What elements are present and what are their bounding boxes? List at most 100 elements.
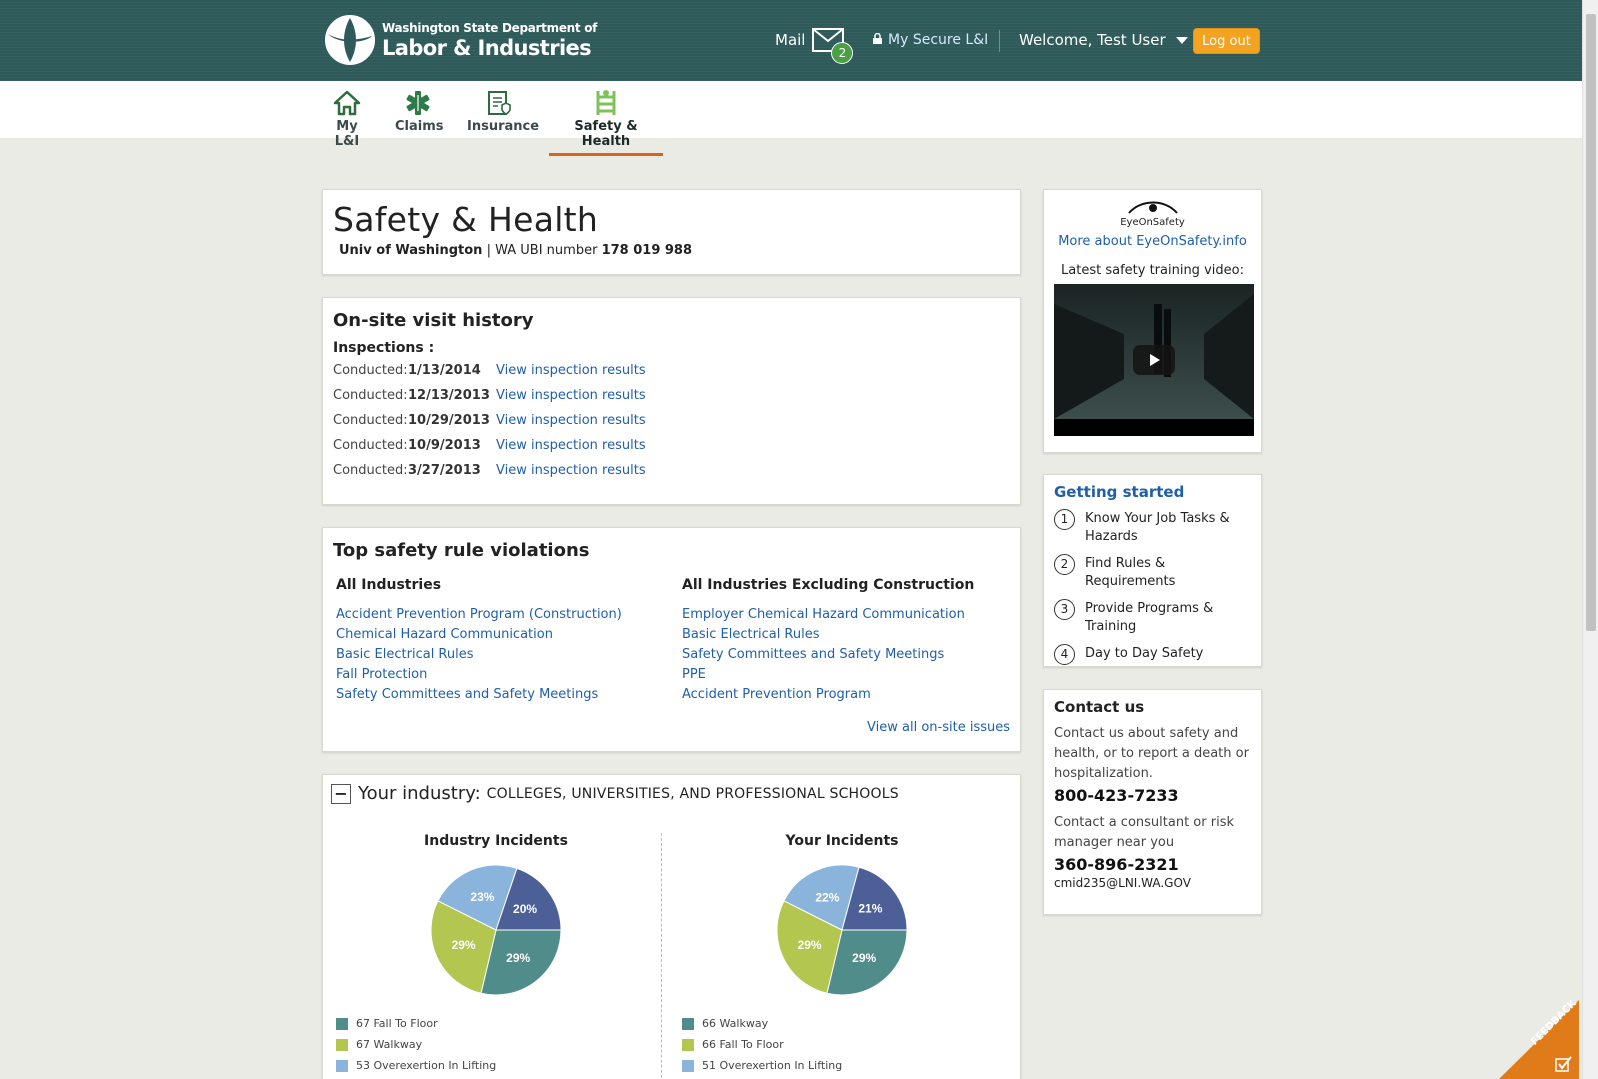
inspection-row: Conducted: 12/13/2013 View inspection resu…: [333, 388, 646, 403]
legend-swatch: [336, 1059, 348, 1072]
pie-slice-label: 22%: [815, 890, 839, 904]
tab-my-lni[interactable]: My L&I: [324, 89, 370, 149]
consultant-email[interactable]: cmid235@LNI.WA.GOV: [1054, 876, 1251, 890]
inspection-date: 1/13/2014: [408, 363, 481, 378]
violations-col-all: All Industries Accident Prevention Progr…: [336, 577, 666, 705]
employer-name: Univ of Washington: [339, 243, 483, 258]
mail-label: Mail: [775, 31, 806, 49]
legend-label: 67 Fall To Floor: [356, 1017, 438, 1030]
title-card: Safety & Health Univ of Washington | WA …: [322, 189, 1021, 275]
getting-started-title: Getting started: [1054, 483, 1185, 501]
video-label: Latest safety training video:: [1061, 263, 1244, 278]
violation-link[interactable]: Employer Chemical Hazard Communication: [682, 605, 1012, 625]
tab-claims[interactable]: Claims: [395, 89, 444, 134]
legend-label: 66 Walkway: [702, 1017, 769, 1030]
chart-title: Your Incidents: [785, 833, 899, 849]
scrollbar-thumb[interactable]: [1586, 14, 1596, 631]
pie-chart: 29% 29% 22% 21%: [776, 864, 908, 996]
collapse-toggle[interactable]: −: [331, 783, 351, 804]
main-nav: My L&I Claims Insurance Safety & Health: [0, 81, 1598, 149]
safety-ladder-icon: [549, 89, 663, 117]
violation-link[interactable]: Accident Prevention Program: [682, 685, 1012, 705]
view-inspection-link[interactable]: View inspection results: [496, 438, 646, 453]
industry-label: Your industry:: [358, 783, 481, 804]
step-item[interactable]: 3 Provide Programs & Training: [1054, 599, 1251, 636]
logo-big-text: Labor & Industries: [382, 35, 592, 60]
legend-swatch: [682, 1038, 694, 1051]
legend-swatch: [682, 1059, 694, 1072]
star-of-life-icon: [395, 89, 441, 117]
consultant-phone[interactable]: 360-896-2321: [1054, 855, 1251, 874]
tab-insurance[interactable]: Insurance: [467, 89, 540, 134]
step-text: Know Your Job Tasks & Hazards: [1085, 511, 1230, 544]
eyeonsafety-link[interactable]: More about EyeOnSafety.info: [1054, 234, 1251, 249]
play-button[interactable]: [1133, 345, 1175, 375]
view-inspection-link[interactable]: View inspection results: [496, 388, 646, 403]
contact-text: Contact us about safety and health, or t…: [1054, 726, 1249, 781]
envelope-icon: 2: [812, 28, 854, 64]
step-number: 1: [1054, 509, 1075, 530]
violations-col-excl: All Industries Excluding Construction Em…: [682, 577, 1012, 705]
secure-label: My Secure L&I: [888, 32, 989, 48]
inspection-date: 10/9/2013: [408, 438, 481, 453]
tab-label: Claims: [395, 119, 444, 134]
pie-slice-label: 29%: [852, 951, 876, 965]
header-divider: [999, 30, 1000, 52]
col-excl-title: All Industries Excluding Construction: [682, 577, 975, 593]
pie-slice-label: 29%: [798, 938, 822, 952]
pie-slice-label: 29%: [452, 938, 476, 952]
step-item[interactable]: 4 Day to Day Safety: [1054, 644, 1251, 665]
employer-info: Univ of Washington | WA UBI number 178 0…: [339, 243, 693, 258]
tab-safety-health[interactable]: Safety & Health: [549, 89, 663, 156]
view-all-issues-link[interactable]: View all on-site issues: [867, 720, 1010, 735]
step-text: Provide Programs & Training: [1085, 601, 1214, 634]
view-inspection-link[interactable]: View inspection results: [496, 413, 646, 428]
tab-label: Insurance: [467, 119, 540, 134]
mail-link[interactable]: Mail 2: [775, 28, 854, 64]
violation-link[interactable]: Fall Protection: [336, 665, 666, 685]
violation-link[interactable]: PPE: [682, 665, 1012, 685]
legend-label: 66 Fall To Floor: [702, 1038, 784, 1051]
violation-link[interactable]: Accident Prevention Program (Constructio…: [336, 605, 666, 625]
consultant-text: Contact a consultant or risk manager nea…: [1054, 815, 1234, 850]
play-icon: [1150, 354, 1160, 366]
violation-link[interactable]: Safety Committees and Safety Meetings: [682, 645, 1012, 665]
chart-title: Industry Incidents: [424, 833, 568, 849]
violation-link[interactable]: Basic Electrical Rules: [682, 625, 1012, 645]
legend-swatch: [336, 1038, 348, 1051]
view-inspection-link[interactable]: View inspection results: [496, 463, 646, 478]
legend-swatch: [336, 1017, 348, 1030]
step-item[interactable]: 1 Know Your Job Tasks & Hazards: [1054, 509, 1251, 546]
inspection-date: 3/27/2013: [408, 463, 481, 478]
lock-icon: [873, 32, 882, 48]
lni-logo-icon: [324, 14, 376, 66]
eyeonsafety-logo: EyeOnSafety: [1054, 200, 1251, 228]
legend-swatch: [682, 1017, 694, 1030]
violation-link[interactable]: Chemical Hazard Communication: [336, 625, 666, 645]
user-menu[interactable]: Welcome, Test User: [1019, 31, 1188, 49]
your-incidents-chart: Your Incidents 29% 29% 22% 21% 66 Walkway 66…: [669, 833, 1015, 1076]
pie-chart: 29% 29% 23% 20%: [430, 864, 562, 996]
inspection-row: Conducted: 1/13/2014 View inspection resul…: [333, 363, 646, 378]
violation-link[interactable]: Safety Committees and Safety Meetings: [336, 685, 666, 705]
step-item[interactable]: 2 Find Rules & Requirements: [1054, 554, 1251, 591]
training-video[interactable]: [1054, 284, 1254, 436]
violation-link[interactable]: Basic Electrical Rules: [336, 645, 666, 665]
phone-number[interactable]: 800-423-7233: [1054, 786, 1251, 805]
legend-item: 67 Fall To Floor: [336, 1013, 669, 1034]
tab-label: My L&I: [334, 119, 360, 149]
chart-legend: 66 Walkway 66 Fall To Floor 51 Overexertio…: [682, 1013, 1015, 1076]
vertical-scrollbar[interactable]: [1582, 0, 1598, 1079]
logout-button[interactable]: Log out: [1193, 28, 1260, 54]
my-secure-link[interactable]: My Secure L&I: [873, 32, 988, 48]
inspection-row: Conducted: 3/27/2013 View inspection resul…: [333, 463, 646, 478]
col-all-title: All Industries: [336, 577, 442, 593]
view-inspection-link[interactable]: View inspection results: [496, 363, 646, 378]
feedback-tab[interactable]: FEEDBACK: [1499, 1000, 1579, 1079]
legend-label: 67 Walkway: [356, 1038, 423, 1051]
pie-slice-label: 21%: [858, 901, 882, 915]
contact-card: Contact us Contact us about safety and h…: [1043, 689, 1262, 915]
inspection-date: 12/13/2013: [408, 388, 490, 403]
lni-logo[interactable]: Washington State Department of Labor & I…: [324, 14, 597, 66]
checkbox-icon: [1555, 1055, 1573, 1077]
